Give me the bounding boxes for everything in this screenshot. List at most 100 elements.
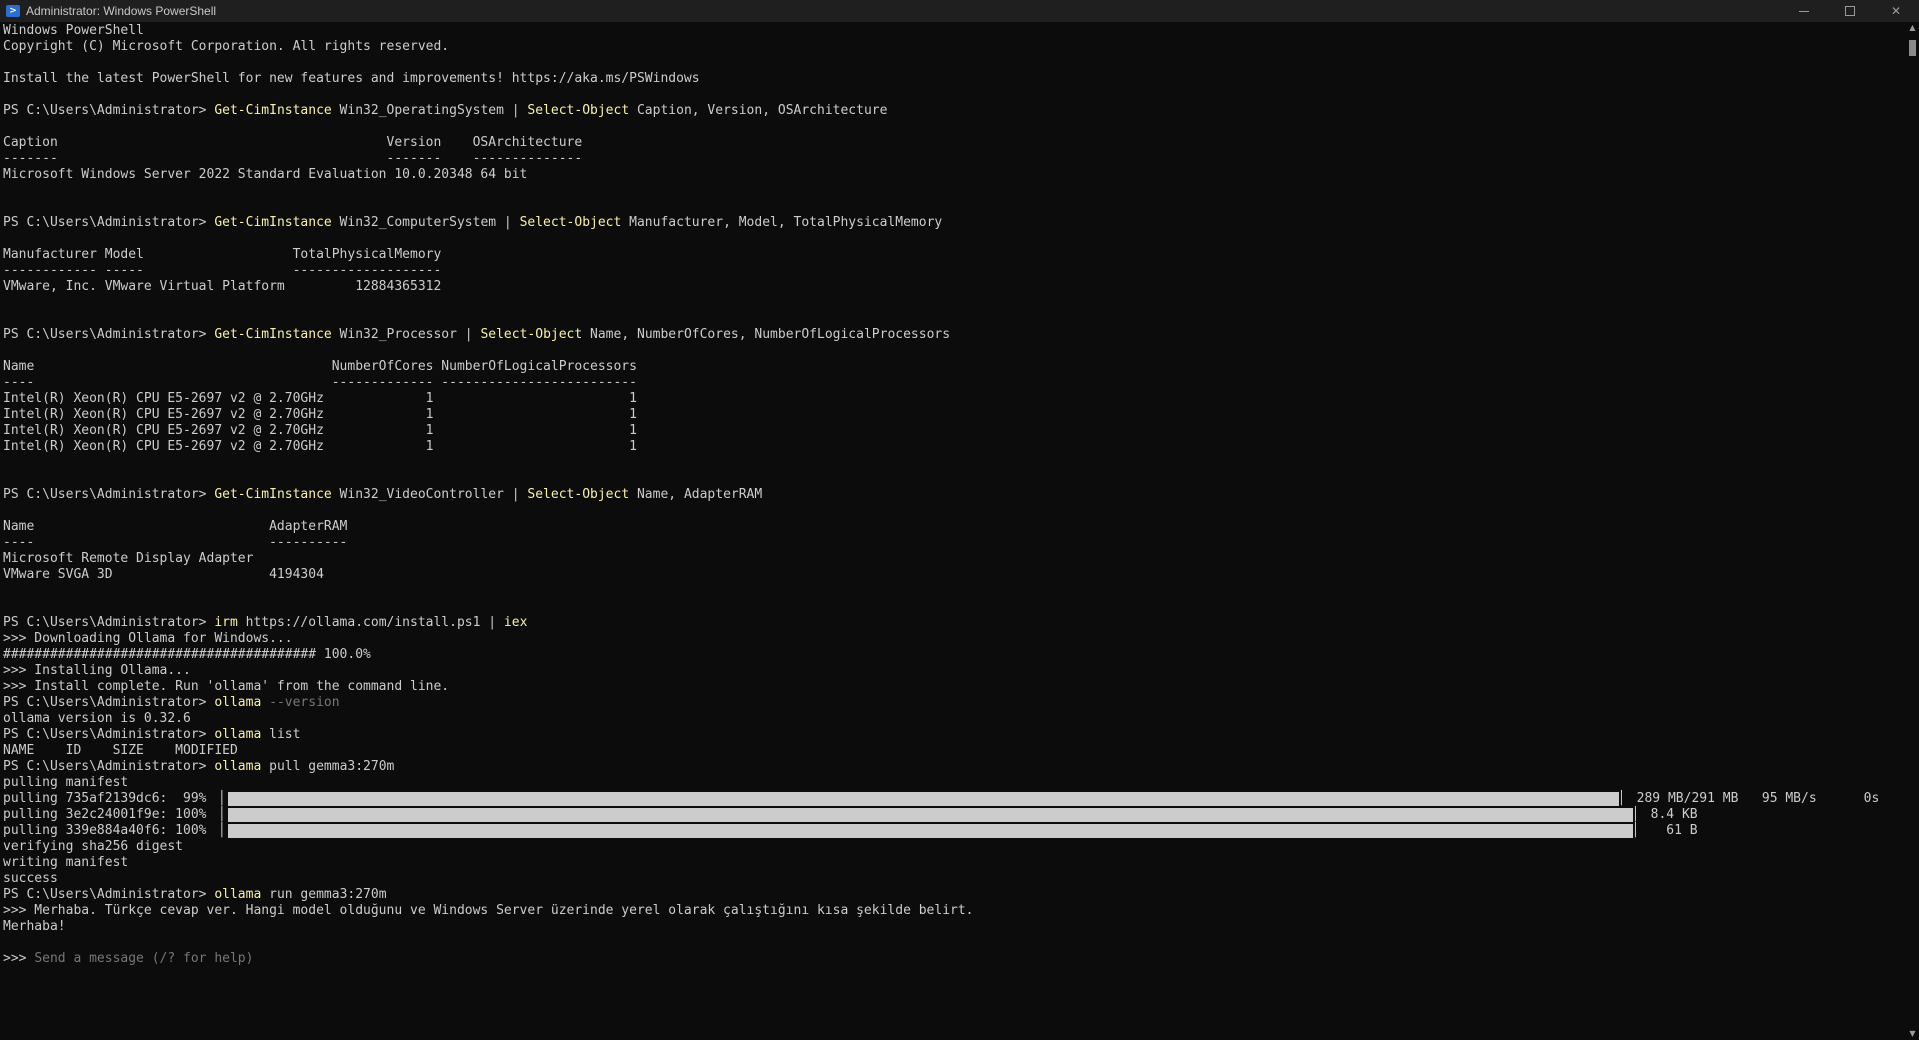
command-args: https://ollama.com/install.ps1 | — [237, 615, 504, 630]
prompt: PS C:\Users\Administrator> — [3, 887, 215, 902]
output-line: Intel(R) Xeon(R) CPU E5-2697 v2 @ 2.70GH… — [3, 423, 637, 438]
output-line: ollama version is 0.32.6 — [3, 711, 191, 726]
scroll-up-icon[interactable]: ▲ — [1906, 22, 1919, 34]
prompt: PS C:\Users\Administrator> — [3, 727, 215, 742]
command-line: PS C:\Users\Administrator> ollama run ge… — [3, 887, 1903, 903]
output-line: Manufacturer Model TotalPhysicalMemory — [3, 247, 442, 262]
command-args: run gemma3:270m — [261, 887, 387, 902]
command-line: PS C:\Users\Administrator> Get-CimInstan… — [3, 487, 1903, 503]
command-line: PS C:\Users\Administrator> Get-CimInstan… — [3, 327, 1903, 343]
output-line: Microsoft Remote Display Adapter — [3, 551, 254, 566]
scrollbar-thumb[interactable] — [1909, 40, 1916, 56]
output-line: >>> Merhaba. Türkçe cevap ver. Hangi mod… — [3, 903, 974, 918]
command-args: Win32_Processor | — [331, 327, 481, 342]
title-bar[interactable]: > Administrator: Windows PowerShell ✕ — [0, 0, 1919, 22]
scroll-down-icon[interactable]: ▼ — [1906, 1028, 1919, 1040]
maximize-button[interactable] — [1827, 0, 1873, 22]
download-progress-row: pulling 3e2c24001f9e: 100% ▕ ▏ 8.4 KB — [3, 807, 1903, 823]
output-line: ------------ ----- ------------------- — [3, 263, 442, 278]
output-line: ------- ------- -------------- — [3, 151, 583, 166]
progress-label: pulling 339e884a40f6: 100% ▕ — [3, 823, 223, 838]
output-line: Intel(R) Xeon(R) CPU E5-2697 v2 @ 2.70GH… — [3, 439, 637, 454]
command-name: Select-Object — [527, 487, 630, 502]
terminal-output[interactable]: Windows PowerShell Copyright (C) Microsof… — [3, 23, 1903, 1040]
output-line: Caption Version OSArchitecture — [3, 135, 583, 150]
output-line: Copyright (C) Microsoft Corporation. All… — [3, 39, 450, 54]
command-line: PS C:\Users\Administrator> Get-CimInstan… — [3, 215, 1903, 231]
prompt: PS C:\Users\Administrator> — [3, 759, 215, 774]
command-args: list — [261, 727, 301, 742]
window-title: Administrator: Windows PowerShell — [26, 4, 217, 18]
command-name: ollama — [214, 759, 262, 774]
command-line: PS C:\Users\Administrator> irm https://o… — [3, 615, 1903, 631]
prompt: PS C:\Users\Administrator> — [3, 615, 215, 630]
progress-bar — [228, 808, 1633, 822]
minimize-button[interactable] — [1781, 0, 1827, 22]
vertical-scrollbar[interactable]: ▲ ▼ — [1906, 22, 1919, 1040]
command-line: PS C:\Users\Administrator> ollama list — [3, 727, 1903, 743]
output-line: success — [3, 871, 58, 886]
progress-stats: ▏ 8.4 KB — [1635, 807, 1698, 822]
prompt: PS C:\Users\Administrator> — [3, 487, 215, 502]
output-line: >>> Install complete. Run 'ollama' from … — [3, 679, 450, 694]
command-args: Name, NumberOfCores, NumberOfLogicalProc… — [582, 327, 951, 342]
command-args: Win32_OperatingSystem | — [331, 103, 528, 118]
progress-label: pulling 735af2139dc6: 99% ▕ — [3, 791, 223, 806]
command-args: pull gemma3:270m — [261, 759, 395, 774]
command-args: Name, AdapterRAM — [629, 487, 763, 502]
download-progress-row: pulling 339e884a40f6: 100% ▕ ▏ 61 B — [3, 823, 1903, 839]
output-line: Windows PowerShell — [3, 23, 144, 38]
prompt: PS C:\Users\Administrator> — [3, 103, 215, 118]
output-line: Intel(R) Xeon(R) CPU E5-2697 v2 @ 2.70GH… — [3, 391, 637, 406]
progress-bar — [228, 824, 1633, 838]
output-line: Name NumberOfCores NumberOfLogicalProces… — [3, 359, 637, 374]
command-name: Select-Object — [519, 215, 622, 230]
powershell-icon: > — [6, 5, 20, 17]
command-name: iex — [503, 615, 528, 630]
prompt: PS C:\Users\Administrator> — [3, 327, 215, 342]
command-args: Manufacturer, Model, TotalPhysicalMemory — [621, 215, 943, 230]
command-name: ollama — [214, 887, 262, 902]
command-name: ollama — [214, 695, 262, 710]
command-name: Select-Object — [480, 327, 583, 342]
command-name: Get-CimInstance — [214, 215, 332, 230]
command-name: Select-Object — [527, 103, 630, 118]
output-line: ########################################… — [3, 647, 371, 662]
output-line: >>> Downloading Ollama for Windows... — [3, 631, 293, 646]
output-line: Intel(R) Xeon(R) CPU E5-2697 v2 @ 2.70GH… — [3, 407, 637, 422]
close-icon: ✕ — [1890, 4, 1902, 18]
command-line: PS C:\Users\Administrator> ollama --vers… — [3, 695, 1903, 711]
output-line: Name AdapterRAM — [3, 519, 348, 534]
command-name: ollama — [214, 727, 262, 742]
output-line: VMware SVGA 3D 4194304 — [3, 567, 324, 582]
output-line: writing manifest — [3, 855, 129, 870]
command-flag: --version — [261, 695, 340, 710]
close-button[interactable]: ✕ — [1873, 0, 1919, 22]
prompt: PS C:\Users\Administrator> — [3, 695, 215, 710]
input-prompt: >>> — [3, 951, 35, 966]
progress-label: pulling 3e2c24001f9e: 100% ▕ — [3, 807, 223, 822]
prompt: PS C:\Users\Administrator> — [3, 215, 215, 230]
command-args: Caption, Version, OSArchitecture — [629, 103, 888, 118]
command-line: PS C:\Users\Administrator> Get-CimInstan… — [3, 103, 1903, 119]
output-line: ---- ---------- — [3, 535, 348, 550]
message-input-placeholder[interactable]: Send a message (/? for help) — [34, 951, 253, 966]
chat-input-line[interactable]: >>> Send a message (/? for help) — [3, 951, 1903, 967]
output-line: NAME ID SIZE MODIFIED — [3, 743, 238, 758]
output-line: Microsoft Windows Server 2022 Standard E… — [3, 167, 528, 182]
command-name: Get-CimInstance — [214, 327, 332, 342]
output-line: ---- ------------- ---------------------… — [3, 375, 637, 390]
command-args: Win32_ComputerSystem | — [331, 215, 520, 230]
